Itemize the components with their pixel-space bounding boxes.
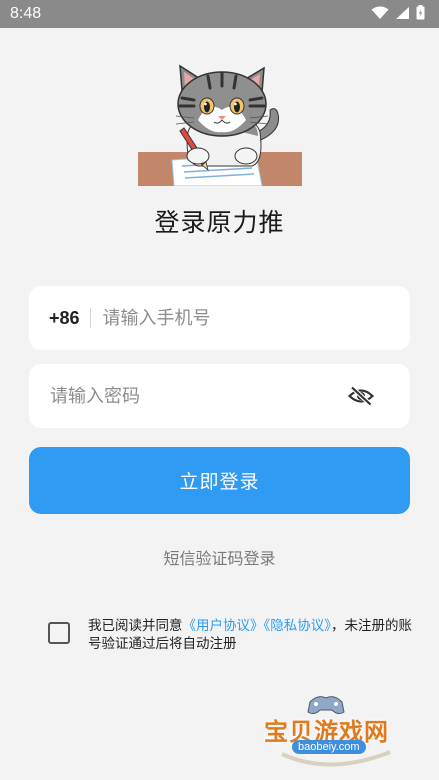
wifi-icon (371, 5, 389, 24)
sms-login-link[interactable]: 短信验证码登录 (0, 545, 439, 569)
privacy-agreement-link[interactable]: 《隐私协议》 (264, 618, 332, 634)
status-time: 8:48 (10, 5, 42, 22)
status-bar: 8:48 (0, 0, 439, 28)
phone-field[interactable]: +86 (29, 286, 410, 350)
page-title: 登录原力推 (154, 208, 285, 237)
signal-icon (395, 5, 410, 24)
login-button[interactable]: 立即登录 (29, 447, 410, 514)
eye-off-icon[interactable] (348, 386, 374, 406)
watermark: 宝贝游戏网 baobeiy.com (260, 692, 410, 772)
user-agreement-link[interactable]: 《用户协议》 (183, 618, 264, 634)
cat-writing-logo (136, 62, 304, 187)
country-code[interactable]: +86 (49, 308, 80, 329)
field-divider (89, 308, 91, 328)
phone-input[interactable] (102, 307, 410, 329)
agreement-checkbox[interactable] (48, 622, 70, 644)
password-input[interactable] (50, 385, 348, 407)
password-field[interactable] (29, 364, 410, 428)
agreement-prefix: 我已阅读并同意 (88, 618, 183, 634)
battery-icon (416, 4, 425, 24)
watermark-url: baobeiy.com (292, 740, 366, 754)
status-icons (371, 4, 425, 24)
agreement-text: 我已阅读并同意《用户协议》《隐私协议》，未注册的账号验证通过后将自动注册 (88, 617, 418, 653)
